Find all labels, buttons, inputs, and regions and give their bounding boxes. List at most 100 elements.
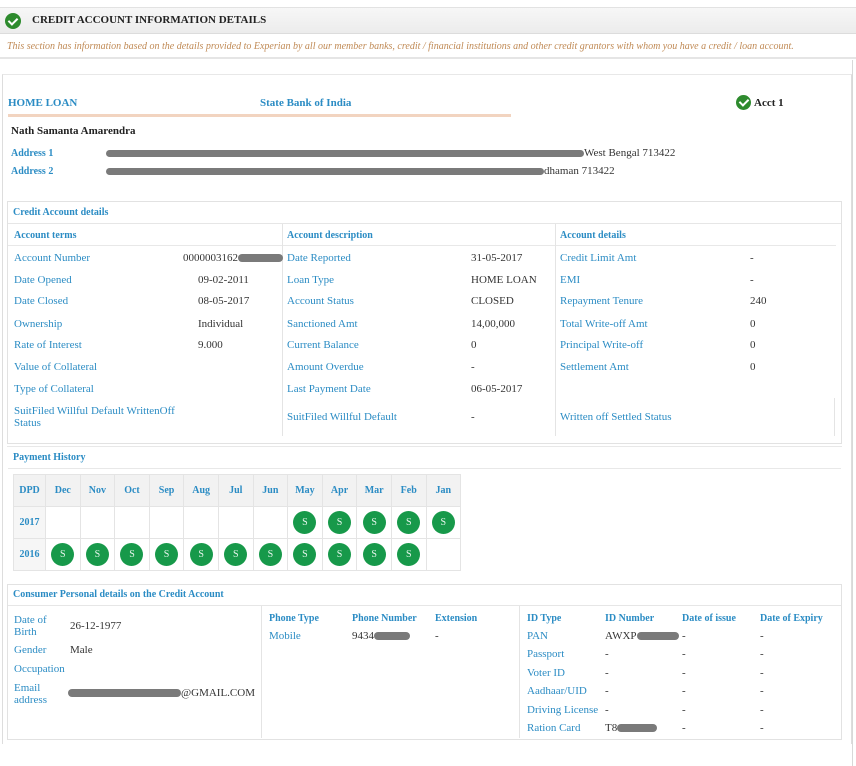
id-issue-date: - [682,722,686,734]
id-type-value: PAN [527,630,548,642]
payment-status-badge: S [155,543,179,566]
payment-status-badge: S [431,511,455,534]
account-holder-name: Nath Samanta Amarendra [11,125,136,137]
payment-cell: S [390,538,427,571]
divider [556,245,836,246]
payment-cell: S [217,538,254,571]
field-label: Ownership [14,318,63,330]
field-label: Repayment Tenure [560,295,644,307]
redacted-text [636,632,679,641]
field-value: 0 [750,361,756,373]
account-bank: State Bank of India [260,97,352,109]
id-type-value: Driving License [527,703,599,716]
month-header: Mar [356,474,392,507]
section-title: CREDIT ACCOUNT INFORMATION DETAILS [32,14,267,26]
intro-text: This section has information based on th… [7,41,794,52]
email-value: @GMAIL.COM [68,687,255,699]
account-terms-heading: Account terms [14,230,77,241]
field-value: 08-05-2017 [198,295,250,307]
payment-status-badge: S [85,543,109,566]
field-value: - [750,274,754,286]
month-header: Nov [79,474,116,507]
dob-label: Date of Birth [14,614,47,638]
field-label: Amount Overdue [287,361,364,373]
field-label: Sanctioned Amt [287,318,358,330]
redacted-text [106,149,584,157]
payment-cell: S [183,538,219,571]
redacted-text [617,724,658,733]
payment-cell: S [390,506,427,539]
id-number-value: - [605,648,609,661]
payment-cell: S [287,506,323,539]
field-label: EMI [560,274,581,286]
payment-status-badge: S [224,543,248,566]
extension-value: - [435,630,439,642]
field-value: 0 [471,339,477,351]
payment-cell [114,506,150,539]
id-type-header: ID Type [527,613,562,624]
section-intro: This section has information based on th… [0,35,856,59]
id-type-value: Ration Card [527,722,581,734]
phone-type-value: Mobile [269,630,301,642]
month-header: Jan [425,474,462,507]
payment-cell: S [425,506,462,539]
payment-cell [217,506,254,539]
id-number-value: T8 [605,722,658,734]
account-type: HOME LOAN [8,97,78,109]
id-number-value: - [605,703,609,716]
field-value: 9.000 [198,339,223,351]
field-value: 09-02-2011 [198,274,249,286]
field-label: Settlement Amt [560,361,629,373]
column-separator [519,606,520,738]
redacted-text [106,167,544,175]
month-header: May [287,474,323,507]
id-expiry-date: - [760,722,764,734]
account-badge-label: Acct 1 [754,97,784,109]
payment-status-badge: S [397,543,421,566]
payment-history-table: DPD Dec Nov Oct Sep Aug Jul Jun May Apr Mar Feb Jan… [13,474,462,571]
payment-status-badge: S [362,543,386,566]
payment-status-badge: S [397,511,421,534]
payment-cell: S [148,538,185,571]
redacted-text [68,689,181,698]
payment-cell: S [287,538,323,571]
month-header: Jun [252,474,289,507]
id-type-value: Aadhaar/UID [527,685,587,698]
field-value: 240 [750,295,767,307]
field-value: CLOSED [471,295,514,307]
field-value: 0 [750,318,756,330]
payment-cell: S [356,506,392,539]
occupation-label: Occupation [14,663,65,675]
field-label: Date Opened [14,274,72,286]
field-label: Rate of Interest [14,339,82,351]
id-expiry-date: - [760,685,764,698]
year-label: 2017 [13,506,46,539]
payment-status-badge: S [51,543,75,566]
id-issue-date: - [682,630,686,642]
address2-value: dhaman 713422 [106,165,615,177]
field-value: 06-05-2017 [471,383,523,395]
account-header-underline [8,114,511,117]
id-type-value: Voter ID [527,666,565,679]
personal-details-title: Consumer Personal details on the Credit … [13,589,224,600]
field-label: SuitFiled Willful Default WrittenOff Sta… [14,405,175,429]
phone-number-value: 9434 [352,630,410,642]
column-separator [834,398,835,436]
id-issue-date: - [682,648,686,661]
dpd-header: DPD [13,474,46,507]
payment-cell: S [252,538,289,571]
field-label: Account Status [287,295,354,307]
id-number-value: AWXP [605,630,679,642]
id-expiry-date: - [760,666,764,679]
payment-cell: S [79,538,116,571]
payment-status-badge: S [328,543,352,566]
field-label: Credit Limit Amt [560,252,637,264]
payment-status-badge: S [189,543,213,566]
payment-cell: S [45,538,81,571]
date-of-issue-header: Date of issue [682,613,736,624]
payment-cell: S [114,538,150,571]
credit-details-title: Credit Account details [13,207,109,218]
redacted-text [238,254,283,263]
field-value: Individual [198,318,244,330]
payment-status-badge: S [328,511,352,534]
